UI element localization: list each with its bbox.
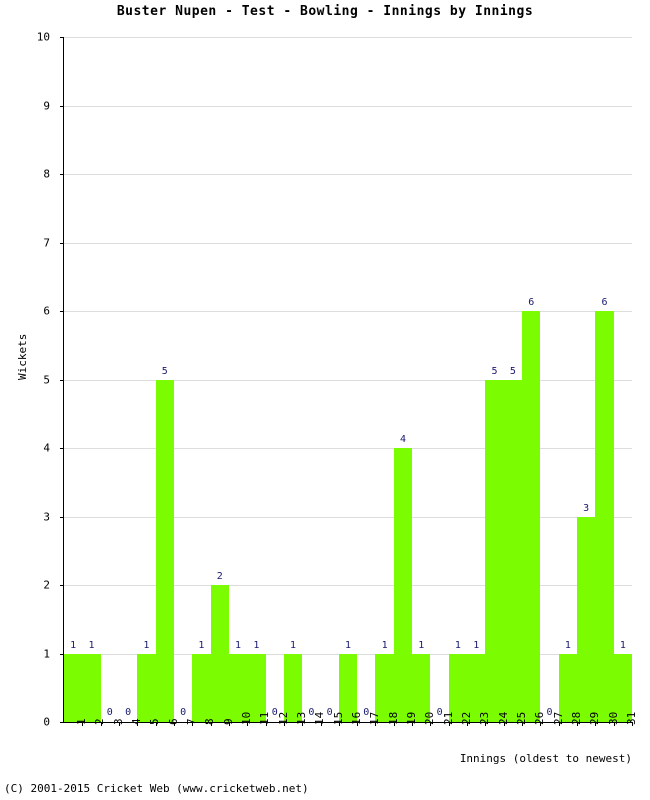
bar-value-label: 1 — [619, 639, 626, 651]
bar-value-label: 1 — [253, 639, 260, 651]
x-tick-label: 5 — [148, 718, 162, 725]
x-tick-label: 8 — [203, 718, 217, 725]
x-tick-label: 29 — [588, 711, 602, 725]
y-axis-tick-labels: 0 1 2 3 4 5 6 7 8 9 10 — [0, 32, 58, 728]
y-tick-label: 5 — [43, 373, 50, 386]
y-tick-label: 0 — [43, 715, 50, 729]
bar-value-label: 4 — [399, 434, 406, 445]
y-tick-label: 9 — [43, 99, 50, 112]
x-tick-label: 19 — [404, 711, 418, 725]
footer-copyright: (C) 2001-2015 Cricket Web (www.cricketwe… — [4, 782, 309, 795]
y-tick-label: 6 — [43, 304, 50, 318]
y-tick-label: 2 — [43, 578, 50, 592]
bar-value-label: 0 — [106, 707, 113, 718]
bar-value-label: 5 — [161, 365, 168, 377]
x-tick-label: 17 — [368, 711, 382, 725]
x-tick-label: 1 — [75, 718, 89, 725]
x-tick-label: 12 — [276, 711, 290, 725]
bar-value-label: 1 — [473, 639, 480, 651]
x-tick-label: 7 — [185, 718, 199, 725]
chart-title: Buster Nupen - Test - Bowling - Innings … — [116, 4, 534, 19]
x-tick-label: 13 — [295, 711, 309, 725]
x-tick-label: 21 — [441, 711, 455, 725]
x-tick-label: 18 — [386, 711, 400, 725]
x-tick-label: 6 — [166, 718, 180, 725]
y-tick-label: 7 — [43, 236, 50, 249]
bar-value-label: 1 — [88, 639, 95, 651]
plot-area: 1100150121101001014101155601361 — [60, 37, 633, 726]
bar-value-label: 6 — [601, 297, 608, 308]
x-tick-label: 2 — [93, 718, 107, 725]
bar-value-label: 1 — [290, 639, 297, 651]
bar-value-label: 1 — [381, 639, 388, 651]
bar-value-label: 1 — [344, 639, 351, 651]
x-axis-title: Innings (oldest to newest) — [459, 752, 632, 765]
bar-value-label: 0 — [180, 707, 187, 718]
x-tick-label: 16 — [350, 711, 363, 725]
x-tick-label: 9 — [221, 718, 235, 725]
x-tick-label: 11 — [258, 711, 272, 725]
bar-value-label: 6 — [528, 297, 535, 308]
bar-value-label: 1 — [454, 639, 461, 651]
y-tick-label: 4 — [43, 441, 50, 455]
y-tick-label: 10 — [36, 30, 50, 44]
bar-value-label: 1 — [564, 639, 571, 651]
bar-value-label: 0 — [125, 707, 132, 718]
bar-value-label: 1 — [235, 639, 242, 651]
x-tick-label: 24 — [496, 711, 510, 725]
x-tick-label: 14 — [313, 711, 327, 725]
x-tick-label: 15 — [331, 711, 345, 725]
chart-root: Buster Nupen - Test - Bowling - Innings … — [0, 0, 650, 800]
bar-value-label: 1 — [143, 639, 150, 651]
x-tick-label: 23 — [478, 711, 492, 725]
bar-value-label: 5 — [509, 365, 516, 377]
bar-value-label: 2 — [216, 571, 223, 582]
bar-value-label: 1 — [198, 639, 205, 651]
y-tick-label: 1 — [43, 647, 50, 660]
bar-value-label: 1 — [418, 639, 425, 651]
x-tick-label: 28 — [569, 711, 583, 725]
x-tick-label: 20 — [423, 711, 437, 725]
x-tick-label: 4 — [130, 718, 144, 725]
x-tick-label: 22 — [459, 711, 473, 725]
x-tick-label: 10 — [240, 711, 254, 725]
bar-value-label: 3 — [583, 502, 590, 514]
x-tick-label: 3 — [111, 718, 125, 725]
x-tick-label: 27 — [551, 711, 565, 725]
x-tick-label: 30 — [606, 711, 620, 725]
bar-value-label: 1 — [70, 639, 77, 651]
bar-value-label: 5 — [491, 365, 498, 377]
x-tick-label: 25 — [514, 711, 528, 725]
y-tick-label: 8 — [43, 167, 50, 181]
bar-value-labels: 1100150121101001014101155601361 — [64, 37, 632, 722]
x-tick-label: 26 — [533, 711, 547, 725]
y-tick-label: 3 — [43, 510, 50, 523]
x-tick-label: 31 — [624, 711, 638, 725]
